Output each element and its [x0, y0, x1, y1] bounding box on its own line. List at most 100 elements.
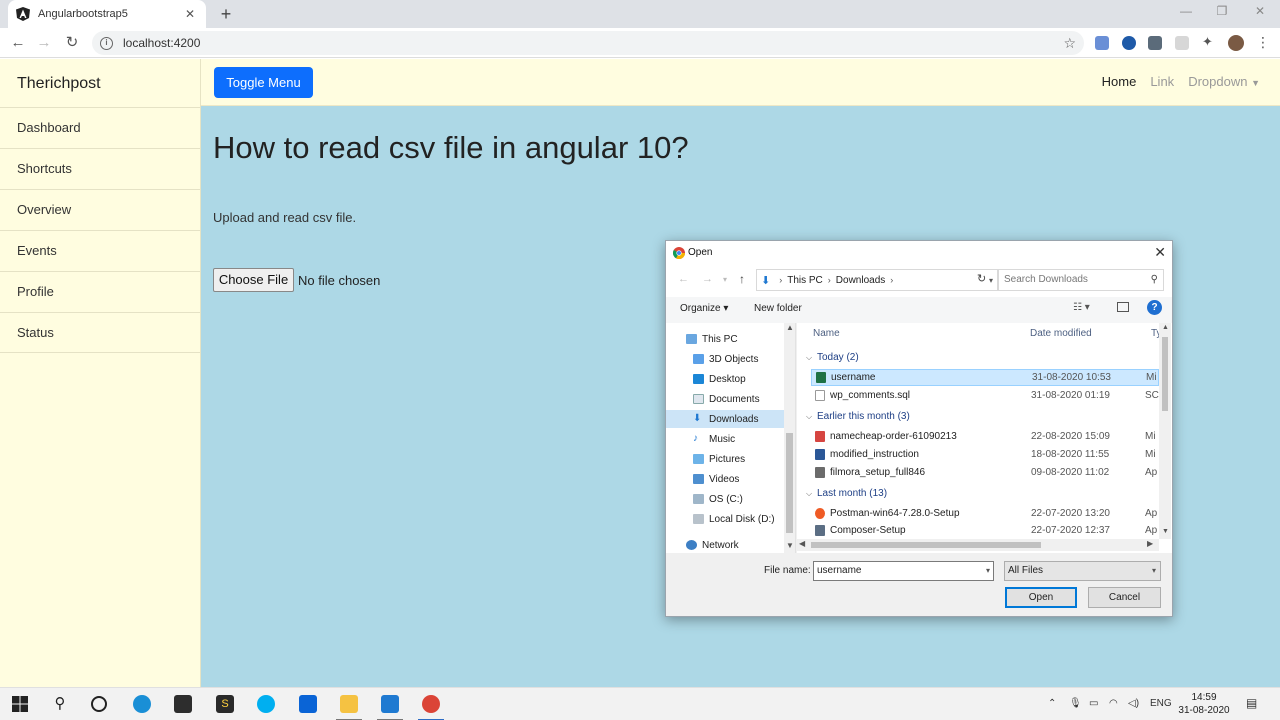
file-row[interactable]: modified_instruction 18-08-2020 11:55 Mi: [811, 446, 1159, 463]
mail-icon[interactable]: [299, 695, 317, 713]
group-header-last-month[interactable]: Last month (13): [817, 488, 887, 499]
file-row[interactable]: Composer-Setup 22-07-2020 12:37 Ap: [811, 523, 1159, 538]
nav-pictures[interactable]: Pictures: [693, 450, 782, 468]
preview-pane-icon[interactable]: [1117, 302, 1129, 312]
file-name-input[interactable]: username ▾: [813, 561, 994, 581]
file-explorer-icon[interactable]: [340, 695, 358, 713]
nav-link-home[interactable]: Home: [1102, 74, 1137, 89]
horizontal-scroll-thumb[interactable]: [811, 542, 1041, 548]
site-info-icon[interactable]: i: [100, 36, 113, 50]
menu-kebab-icon[interactable]: ⋮: [1256, 34, 1270, 50]
sidebar-item-events[interactable]: Events: [0, 230, 200, 271]
omnibox[interactable]: i localhost:4200 ☆: [92, 31, 1084, 55]
cancel-button[interactable]: Cancel: [1088, 587, 1161, 608]
sidebar-item-shortcuts[interactable]: Shortcuts: [0, 148, 200, 189]
nav-videos[interactable]: Videos: [693, 470, 782, 488]
chrome-taskbar-icon[interactable]: [422, 695, 440, 713]
group-collapse-icon[interactable]: ⌵: [806, 353, 812, 363]
tray-overflow-icon[interactable]: ⌃: [1048, 698, 1056, 709]
file-row[interactable]: filmora_setup_full846 09-08-2020 11:02 A…: [811, 464, 1159, 481]
profile-avatar-icon[interactable]: [1228, 35, 1244, 51]
forward-icon[interactable]: →: [34, 33, 54, 53]
nav-os-c[interactable]: OS (C:): [693, 490, 782, 508]
breadcrumb-downloads[interactable]: Downloads: [836, 275, 885, 286]
dialog-close-icon[interactable]: ✕: [1154, 244, 1166, 261]
browser-tab[interactable]: Angularbootstrap5 ✕: [8, 0, 206, 28]
nav-this-pc[interactable]: This PC: [686, 330, 782, 348]
system-clock[interactable]: 14:59 31-08-2020: [1176, 691, 1232, 717]
file-row[interactable]: wp_comments.sql 31-08-2020 01:19 SC: [811, 387, 1159, 404]
group-collapse-icon[interactable]: ⌵: [806, 489, 812, 499]
change-view-icon[interactable]: ☷ ▾: [1073, 302, 1090, 313]
organize-menu[interactable]: Organize ▾: [680, 303, 728, 314]
nav-3d-objects[interactable]: 3D Objects: [693, 350, 782, 368]
vertical-scroll-thumb[interactable]: [1162, 337, 1168, 411]
sidebar-item-profile[interactable]: Profile: [0, 271, 200, 312]
group-header-today[interactable]: Today (2): [817, 352, 859, 363]
file-type-select[interactable]: All Files ▾: [1004, 561, 1161, 581]
notifications-icon[interactable]: ▤: [1246, 696, 1257, 710]
nav-music[interactable]: ♪ Music: [693, 430, 782, 448]
dialog-back-icon[interactable]: ←: [678, 273, 689, 285]
file-list-vertical-scrollbar[interactable]: ▲ ▼: [1159, 323, 1171, 539]
volume-icon[interactable]: ◁): [1128, 698, 1139, 709]
nav-link-link[interactable]: Link: [1150, 74, 1174, 89]
tab-close-icon[interactable]: ✕: [182, 7, 198, 21]
scroll-left-icon[interactable]: ◀: [799, 539, 805, 548]
skype-icon[interactable]: [257, 695, 275, 713]
open-button[interactable]: Open: [1005, 587, 1077, 608]
dialog-forward-icon[interactable]: →: [702, 273, 713, 285]
scroll-up-icon[interactable]: ▲: [1162, 324, 1169, 331]
scroll-right-icon[interactable]: ▶: [1147, 539, 1153, 548]
search-icon[interactable]: ⚲: [51, 695, 69, 713]
file-name-dropdown-icon[interactable]: ▾: [986, 562, 990, 580]
nav-network[interactable]: Network: [686, 536, 782, 554]
nav-documents[interactable]: Documents: [693, 390, 782, 408]
nav-pane-scroll-thumb[interactable]: [786, 433, 793, 533]
back-icon[interactable]: ←: [8, 33, 28, 53]
battery-icon[interactable]: ▭: [1089, 698, 1098, 709]
nav-desktop[interactable]: Desktop: [693, 370, 782, 388]
nav-pane-scrollbar[interactable]: ▲ ▼: [784, 323, 795, 553]
sidebar-item-status[interactable]: Status: [0, 312, 200, 353]
group-header-earlier-this-month[interactable]: Earlier this month (3): [817, 411, 910, 422]
search-downloads-input[interactable]: Search Downloads ⚲: [998, 269, 1164, 291]
dialog-title-bar[interactable]: Open ✕: [666, 241, 1172, 265]
vscode-icon[interactable]: [381, 695, 399, 713]
sidebar-item-dashboard[interactable]: Dashboard: [0, 107, 200, 148]
new-tab-icon[interactable]: +: [216, 4, 236, 24]
path-dropdown-icon[interactable]: ▾: [989, 276, 993, 285]
up-folder-icon[interactable]: ↑: [739, 272, 745, 286]
wifi-icon[interactable]: ◠: [1109, 698, 1118, 709]
file-list-horizontal-scrollbar[interactable]: ◀ ▶: [797, 539, 1159, 551]
language-indicator[interactable]: ENG: [1150, 698, 1172, 709]
minimize-icon[interactable]: —: [1176, 4, 1196, 18]
refresh-icon[interactable]: ↻: [977, 272, 986, 285]
extension-icon[interactable]: [1148, 36, 1162, 50]
windows-start-icon[interactable]: [11, 695, 29, 713]
sublime-text-icon[interactable]: S: [216, 695, 234, 713]
reload-icon[interactable]: ↻: [62, 33, 82, 53]
nav-downloads[interactable]: ⬇ Downloads: [666, 410, 784, 428]
cortana-icon[interactable]: [91, 696, 107, 712]
group-collapse-icon[interactable]: ⌵: [806, 412, 812, 422]
breadcrumb-this-pc[interactable]: This PC: [787, 275, 823, 286]
new-folder-button[interactable]: New folder: [754, 303, 802, 314]
url-text[interactable]: localhost:4200: [123, 36, 1063, 50]
choose-file-button[interactable]: Choose File: [213, 268, 294, 292]
nav-dropdown[interactable]: Dropdown ▼: [1188, 74, 1260, 89]
puzzle-extensions-icon[interactable]: ✦: [1202, 34, 1216, 49]
store-icon[interactable]: [174, 695, 192, 713]
file-row[interactable]: namecheap-order-61090213 22-08-2020 15:0…: [811, 428, 1159, 445]
scroll-down-icon[interactable]: ▼: [786, 541, 794, 550]
shield-extension-icon[interactable]: [1175, 36, 1189, 50]
window-close-icon[interactable]: ✕: [1250, 4, 1270, 18]
edge-icon[interactable]: [133, 695, 151, 713]
column-header-name[interactable]: Name: [813, 328, 840, 339]
file-input[interactable]: Choose File No file chosen: [213, 268, 380, 292]
file-row[interactable]: Postman-win64-7.28.0-Setup 22-07-2020 13…: [811, 505, 1159, 522]
path-breadcrumb[interactable]: ⬇ › This PC › Downloads › ▾: [756, 269, 998, 291]
file-row[interactable]: username 31-08-2020 10:53 Mi: [811, 369, 1159, 386]
recent-locations-icon[interactable]: ▾: [723, 275, 727, 284]
column-header-date[interactable]: Date modified: [1030, 328, 1092, 339]
